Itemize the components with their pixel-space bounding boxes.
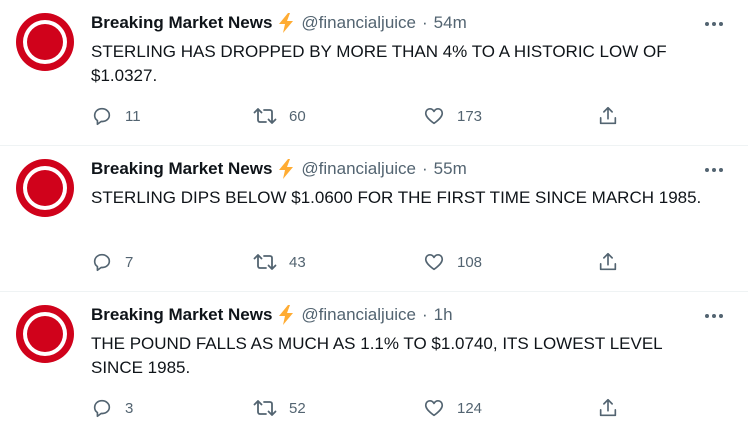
timestamp[interactable]: 55m [434,159,467,179]
reply-button[interactable]: 11 [91,104,141,128]
tweet-header: Breaking Market News @financialjuice · 5… [91,11,467,35]
reply-count: 11 [125,107,141,125]
avatar[interactable] [14,303,76,365]
tweet-header: Breaking Market News @financialjuice · 1… [91,303,453,327]
lightning-bolt-icon [277,305,295,325]
author-handle[interactable]: @financialjuice [301,159,416,179]
more-horizontal-icon [705,168,723,172]
reply-button[interactable]: 3 [91,396,133,420]
tweet-actions: 11 60 173 [91,104,631,128]
tweet-actions: 7 43 108 [91,250,631,274]
retweet-count: 52 [289,399,306,417]
heart-icon [424,108,444,125]
reply-button[interactable]: 7 [91,250,133,274]
heart-icon [424,400,444,417]
share-icon [599,106,617,125]
share-icon [599,398,617,417]
retweet-icon [253,254,277,270]
share-icon [599,252,617,271]
red-ring-logo-icon [14,303,76,365]
tweet[interactable]: Breaking Market News @financialjuice · 5… [0,0,748,146]
share-button[interactable] [597,250,619,274]
timestamp[interactable]: 54m [434,13,467,33]
share-button[interactable] [597,104,619,128]
red-ring-logo-icon [14,11,76,73]
separator-dot: · [422,159,428,178]
share-button[interactable] [597,396,619,420]
tweet-feed: Breaking Market News @financialjuice · 5… [0,0,748,442]
retweet-button[interactable]: 60 [253,104,306,128]
more-options-button[interactable] [702,304,726,328]
more-options-button[interactable] [702,12,726,36]
retweet-icon [253,108,277,124]
more-options-button[interactable] [702,158,726,182]
author-name[interactable]: Breaking Market News [91,305,272,325]
author-handle[interactable]: @financialjuice [301,13,416,33]
lightning-bolt-icon [277,159,295,179]
timestamp[interactable]: 1h [434,305,453,325]
lightning-bolt-icon [277,13,295,33]
tweet-text: STERLING HAS DROPPED BY MORE THAN 4% TO … [91,42,667,85]
separator-dot: · [422,13,428,32]
avatar[interactable] [14,157,76,219]
tweet-text: STERLING DIPS BELOW $1.0600 FOR THE FIRS… [91,188,702,207]
reply-icon [93,107,111,126]
tweet[interactable]: Breaking Market News @financialjuice · 1… [0,292,748,438]
retweet-count: 60 [289,107,306,125]
reply-count: 7 [125,253,134,271]
retweet-button[interactable]: 43 [253,250,306,274]
tweet-actions: 3 52 124 [91,396,631,420]
reply-count: 3 [125,399,134,417]
red-ring-logo-icon [14,157,76,219]
reply-icon [93,253,111,272]
tweet-text: THE POUND FALLS AS MUCH AS 1.1% TO $1.07… [91,334,662,377]
retweet-icon [253,400,277,416]
retweet-count: 43 [289,253,306,271]
more-horizontal-icon [705,22,723,26]
heart-icon [424,254,444,271]
more-horizontal-icon [705,314,723,318]
like-button[interactable]: 173 [423,104,482,128]
author-name[interactable]: Breaking Market News [91,159,272,179]
like-count: 108 [457,253,483,271]
like-button[interactable]: 124 [423,396,482,420]
author-handle[interactable]: @financialjuice [301,305,416,325]
tweet[interactable]: Breaking Market News @financialjuice · 5… [0,146,748,292]
reply-icon [93,399,111,418]
like-button[interactable]: 108 [423,250,482,274]
tweet-header: Breaking Market News @financialjuice · 5… [91,157,467,181]
like-count: 173 [457,107,483,125]
retweet-button[interactable]: 52 [253,396,306,420]
like-count: 124 [457,399,483,417]
author-name[interactable]: Breaking Market News [91,13,272,33]
avatar[interactable] [14,11,76,73]
separator-dot: · [422,305,428,324]
